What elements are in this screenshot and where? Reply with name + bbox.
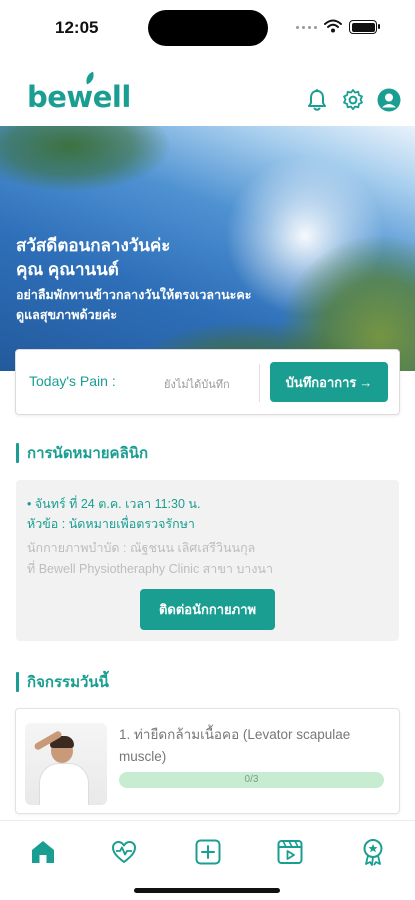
activities-section-title: กิจกรรมวันนี้ <box>27 674 109 691</box>
profile-avatar-icon[interactable] <box>377 88 401 112</box>
battery-icon <box>349 20 380 34</box>
section-accent-bar <box>16 443 19 463</box>
divider <box>259 364 260 402</box>
record-symptom-label: บันทึกอาการ <box>285 374 357 390</box>
appointment-topic: หัวข้อ : นัดหมายเพื่อตรวจรักษา <box>27 517 195 531</box>
appointment-section-title: การนัดหมายคลินิก <box>27 445 149 462</box>
nav-home-icon[interactable] <box>28 837 58 867</box>
home-indicator <box>134 888 280 893</box>
pain-status-text: ยังไม่ได้บันทึก <box>164 379 230 391</box>
hero-banner: สวัสดีตอนกลางวันค่ะ คุณ คุณานนต์ อย่าลืม… <box>0 126 415 371</box>
status-time: 12:05 <box>55 18 99 37</box>
bell-icon[interactable] <box>305 88 329 112</box>
section-accent-bar <box>16 672 19 692</box>
bottom-nav <box>0 820 415 900</box>
exercise-thumbnail <box>25 723 107 805</box>
appointment-card: • จันทร์ ที่ 24 ต.ค. เวลา 11:30 น. หัวข้… <box>16 480 399 641</box>
appointment-therapist: นักกายภาพบำบัด : ณัฐชนน เลิศเสรีวินนกุล <box>27 541 256 555</box>
nav-award-icon[interactable] <box>358 837 388 867</box>
appointment-date: • จันทร์ ที่ 24 ต.ค. เวลา 11:30 น. <box>27 497 201 511</box>
appointment-location: ที่ Bewell Physiotheraphy Clinic สาขา บา… <box>27 562 273 576</box>
today-pain-label: Today's Pain : <box>29 373 116 389</box>
app-header: bewell <box>0 60 415 126</box>
settings-gear-icon[interactable] <box>341 88 365 112</box>
activity-progress-bar: 0/3 <box>119 772 384 788</box>
dynamic-island <box>148 10 268 46</box>
nav-video-icon[interactable] <box>275 837 305 867</box>
today-pain-card: Today's Pain : ยังไม่ได้บันทึก บันทึกอาก… <box>15 349 400 415</box>
greeting-block: สวัสดีตอนกลางวันค่ะ คุณ คุณานนต์ อย่าลืม… <box>16 234 251 325</box>
arrow-right-icon: → <box>359 374 373 390</box>
nav-add-icon[interactable] <box>193 837 223 867</box>
activity-progress-text: 0/3 <box>244 774 259 785</box>
hero-foliage <box>0 126 170 191</box>
record-symptom-button[interactable]: บันทึกอาการ → <box>270 362 388 402</box>
greeting-text: สวัสดีตอนกลางวันค่ะ <box>16 236 171 255</box>
greeting-message-line1: อย่าลืมพักทานข้าวกลางวันให้ตรงเวลานะคะ <box>16 288 252 302</box>
wifi-icon <box>324 19 342 33</box>
contact-therapist-button[interactable]: ติดต่อนักกายภาพ <box>140 589 275 630</box>
activity-card[interactable]: 1. ท่ายืดกล้ามเนื้อคอ (Levator scapulae … <box>15 708 400 814</box>
activities-section-header: กิจกรรมวันนี้ <box>16 670 109 694</box>
nav-heart-pulse-icon[interactable] <box>109 837 139 867</box>
user-name: คุณ คุณานนต์ <box>16 260 119 279</box>
bewell-logo: bewell <box>27 80 131 114</box>
signal-icon <box>296 26 317 29</box>
appointment-section-header: การนัดหมายคลินิก <box>16 441 148 465</box>
status-bar: 12:05 <box>0 0 415 58</box>
activity-title: 1. ท่ายืดกล้ามเนื้อคอ (Levator scapulae … <box>119 727 351 764</box>
greeting-message-line2: ดูแลสุขภาพด้วยค่ะ <box>16 308 118 322</box>
